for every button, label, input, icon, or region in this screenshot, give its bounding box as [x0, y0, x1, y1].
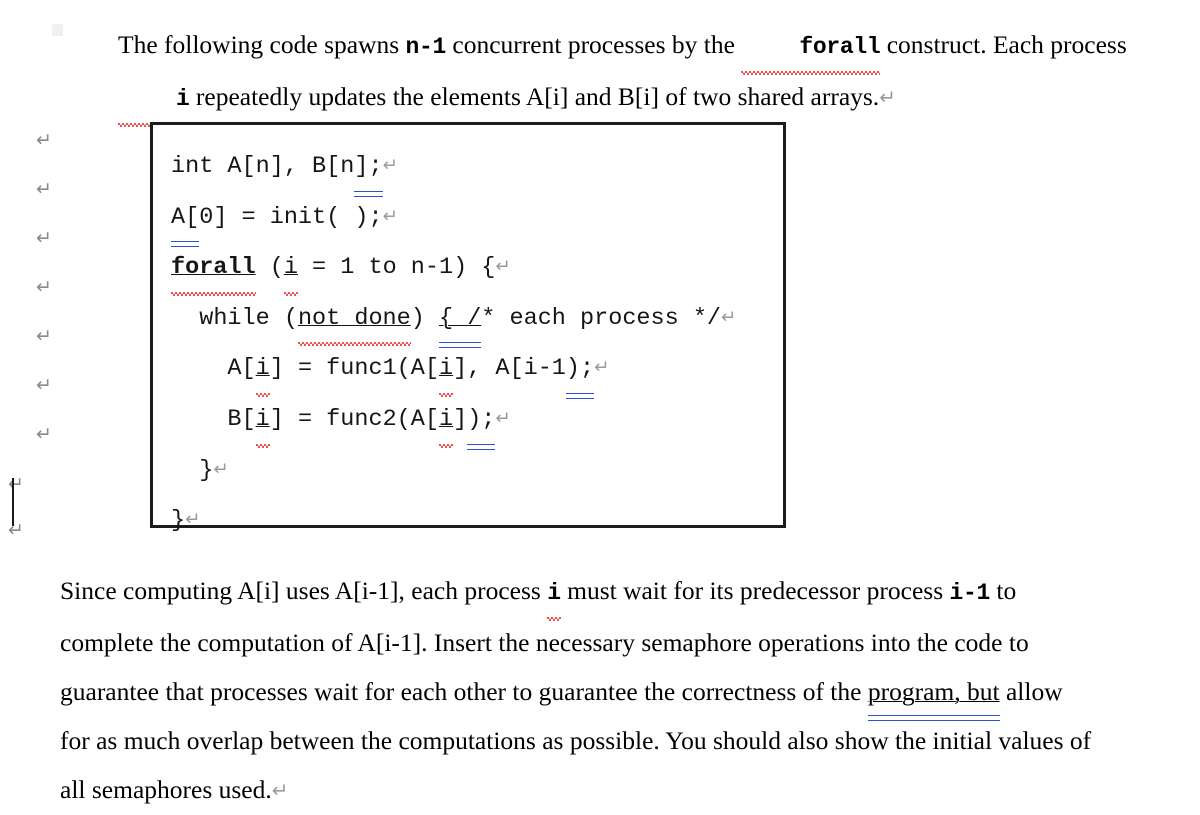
code-token: forall [171, 243, 256, 296]
paragraph-mark-icon: ↵ [594, 357, 610, 379]
paragraph-mark-icon: ↵ [721, 306, 737, 328]
paragraph-mark-icon: ↵ [271, 778, 289, 802]
paragraph-mark-icon: ↵ [495, 407, 511, 429]
intro-line-2: i repeatedly updates the elements A[i] a… [60, 72, 1173, 127]
code-token: ]; [354, 142, 383, 197]
task-line-5: all semaphores used.↵ [60, 765, 1173, 815]
task-text-e: allow [999, 677, 1063, 706]
paragraph-mark-icon: ↵ [36, 178, 52, 200]
code-token: } [199, 456, 214, 484]
code-token: i [283, 243, 299, 296]
intro-text-c: construct. Each process [880, 30, 1127, 59]
code-line: A[0] = init( );↵ [171, 192, 736, 247]
code-token: * each process */ [481, 304, 722, 332]
task-text-c: to [990, 576, 1017, 605]
intro-text-a: The following code spawns [118, 30, 406, 59]
paragraph-mark-icon: ↵ [8, 473, 24, 495]
code-token: ] [453, 406, 468, 434]
paragraph-mark-icon: ↵ [382, 205, 398, 227]
code-token: A[ [227, 355, 256, 383]
code-token: } [171, 507, 186, 535]
task-grammar-phrase: program, but [867, 667, 1000, 721]
code-token: i [438, 344, 454, 397]
code-token: 0] = init( ); [199, 203, 383, 231]
task-line-3: guarantee that processes wait for each o… [60, 667, 1173, 721]
task-line-4: for as much overlap between the computat… [60, 726, 1092, 755]
document-page: ↵ ↵ ↵ ↵ ↵ ↵ ↵ ↵ ↵ The following code spawns n-1 … [0, 0, 1200, 815]
task-text-b: must wait for its predecessor process [560, 576, 950, 605]
paragraph-mark-icon: ↵ [495, 256, 511, 278]
paragraph-mark-icon: ↵ [213, 458, 229, 480]
code-line: }↵ [171, 445, 736, 496]
task-text-f: all semaphores used. [60, 775, 272, 804]
code-token: ], A[i-1 [453, 355, 566, 383]
paragraph-mark-icon: ↵ [36, 129, 52, 151]
task-mono-i: i [547, 569, 561, 621]
paragraph-mark-icon: ↵ [879, 85, 896, 109]
code-token: A[ [171, 193, 200, 247]
code-line: while (not done) { /* each process */↵ [171, 293, 737, 348]
paragraph-mark-icon: ↵ [185, 509, 201, 531]
code-token: { / [438, 294, 482, 348]
paragraph-mark-icon: ↵ [36, 276, 52, 298]
code-token: ( [255, 254, 284, 282]
code-token: i [438, 395, 454, 448]
intro-paragraph: The following code spawns n-1 concurrent… [60, 20, 1173, 127]
intro-text-d: repeatedly updates the elements A[i] and… [189, 82, 880, 111]
code-token: while ( [199, 304, 298, 332]
code-token: i [255, 344, 270, 397]
code-token: not done [297, 294, 411, 346]
code-token: ); [467, 395, 496, 450]
code-token: ] = func2(A[ [269, 406, 439, 434]
paragraph-mark-icon: ↵ [382, 155, 398, 176]
task-text-d: guarantee that processes wait for each o… [60, 677, 868, 706]
intro-mono-forall: forall [741, 23, 881, 75]
paragraph-mark-icon: ↵ [36, 325, 52, 347]
task-line-2: complete the computation of A[i-1]. Inse… [60, 628, 1029, 657]
code-token: ); [565, 344, 595, 399]
code-token: int A[n], B[n [171, 153, 355, 181]
code-line: int A[n], B[n];↵ [171, 141, 736, 197]
intro-text-b: concurrent processes by the [446, 30, 742, 59]
task-mono-i-minus-1: i-1 [949, 580, 991, 606]
intro-mono-n-minus-1: n-1 [405, 34, 447, 60]
code-token: i [255, 395, 270, 448]
paragraph-mark-icon: ↵ [36, 374, 52, 396]
code-line: }↵ [171, 495, 736, 546]
code-line: B[i] = func2(A[i]);↵ [171, 394, 736, 450]
code-lines: int A[n], B[n];↵ A[0] = init( );↵ forall (… [171, 141, 736, 546]
code-token: ] = func1(A[ [269, 355, 439, 383]
text-caret [12, 478, 14, 526]
code-line: forall (i = 1 to n-1) {↵ [171, 242, 736, 296]
task-line-1: Since computing A[i] uses A[i-1], each p… [60, 566, 1173, 621]
task-paragraph: Since computing A[i] uses A[i-1], each p… [60, 566, 1173, 815]
paragraph-mark-icon: ↵ [36, 227, 52, 249]
code-token: B[ [227, 406, 256, 434]
code-line: A[i] = func1(A[i], A[i-1);↵ [171, 343, 736, 399]
code-block-box: int A[n], B[n];↵ A[0] = init( );↵ forall (… [150, 122, 786, 534]
intro-line-1: The following code spawns n-1 concurrent… [60, 20, 1173, 75]
task-text-a: Since computing A[i] uses A[i-1], each p… [60, 576, 548, 605]
code-token: ) [410, 304, 439, 332]
code-token: = 1 to n-1) { [297, 254, 496, 282]
paragraph-mark-icon: ↵ [36, 423, 52, 445]
paragraph-mark-icon: ↵ [8, 519, 24, 541]
intro-mono-i: i [118, 75, 190, 127]
